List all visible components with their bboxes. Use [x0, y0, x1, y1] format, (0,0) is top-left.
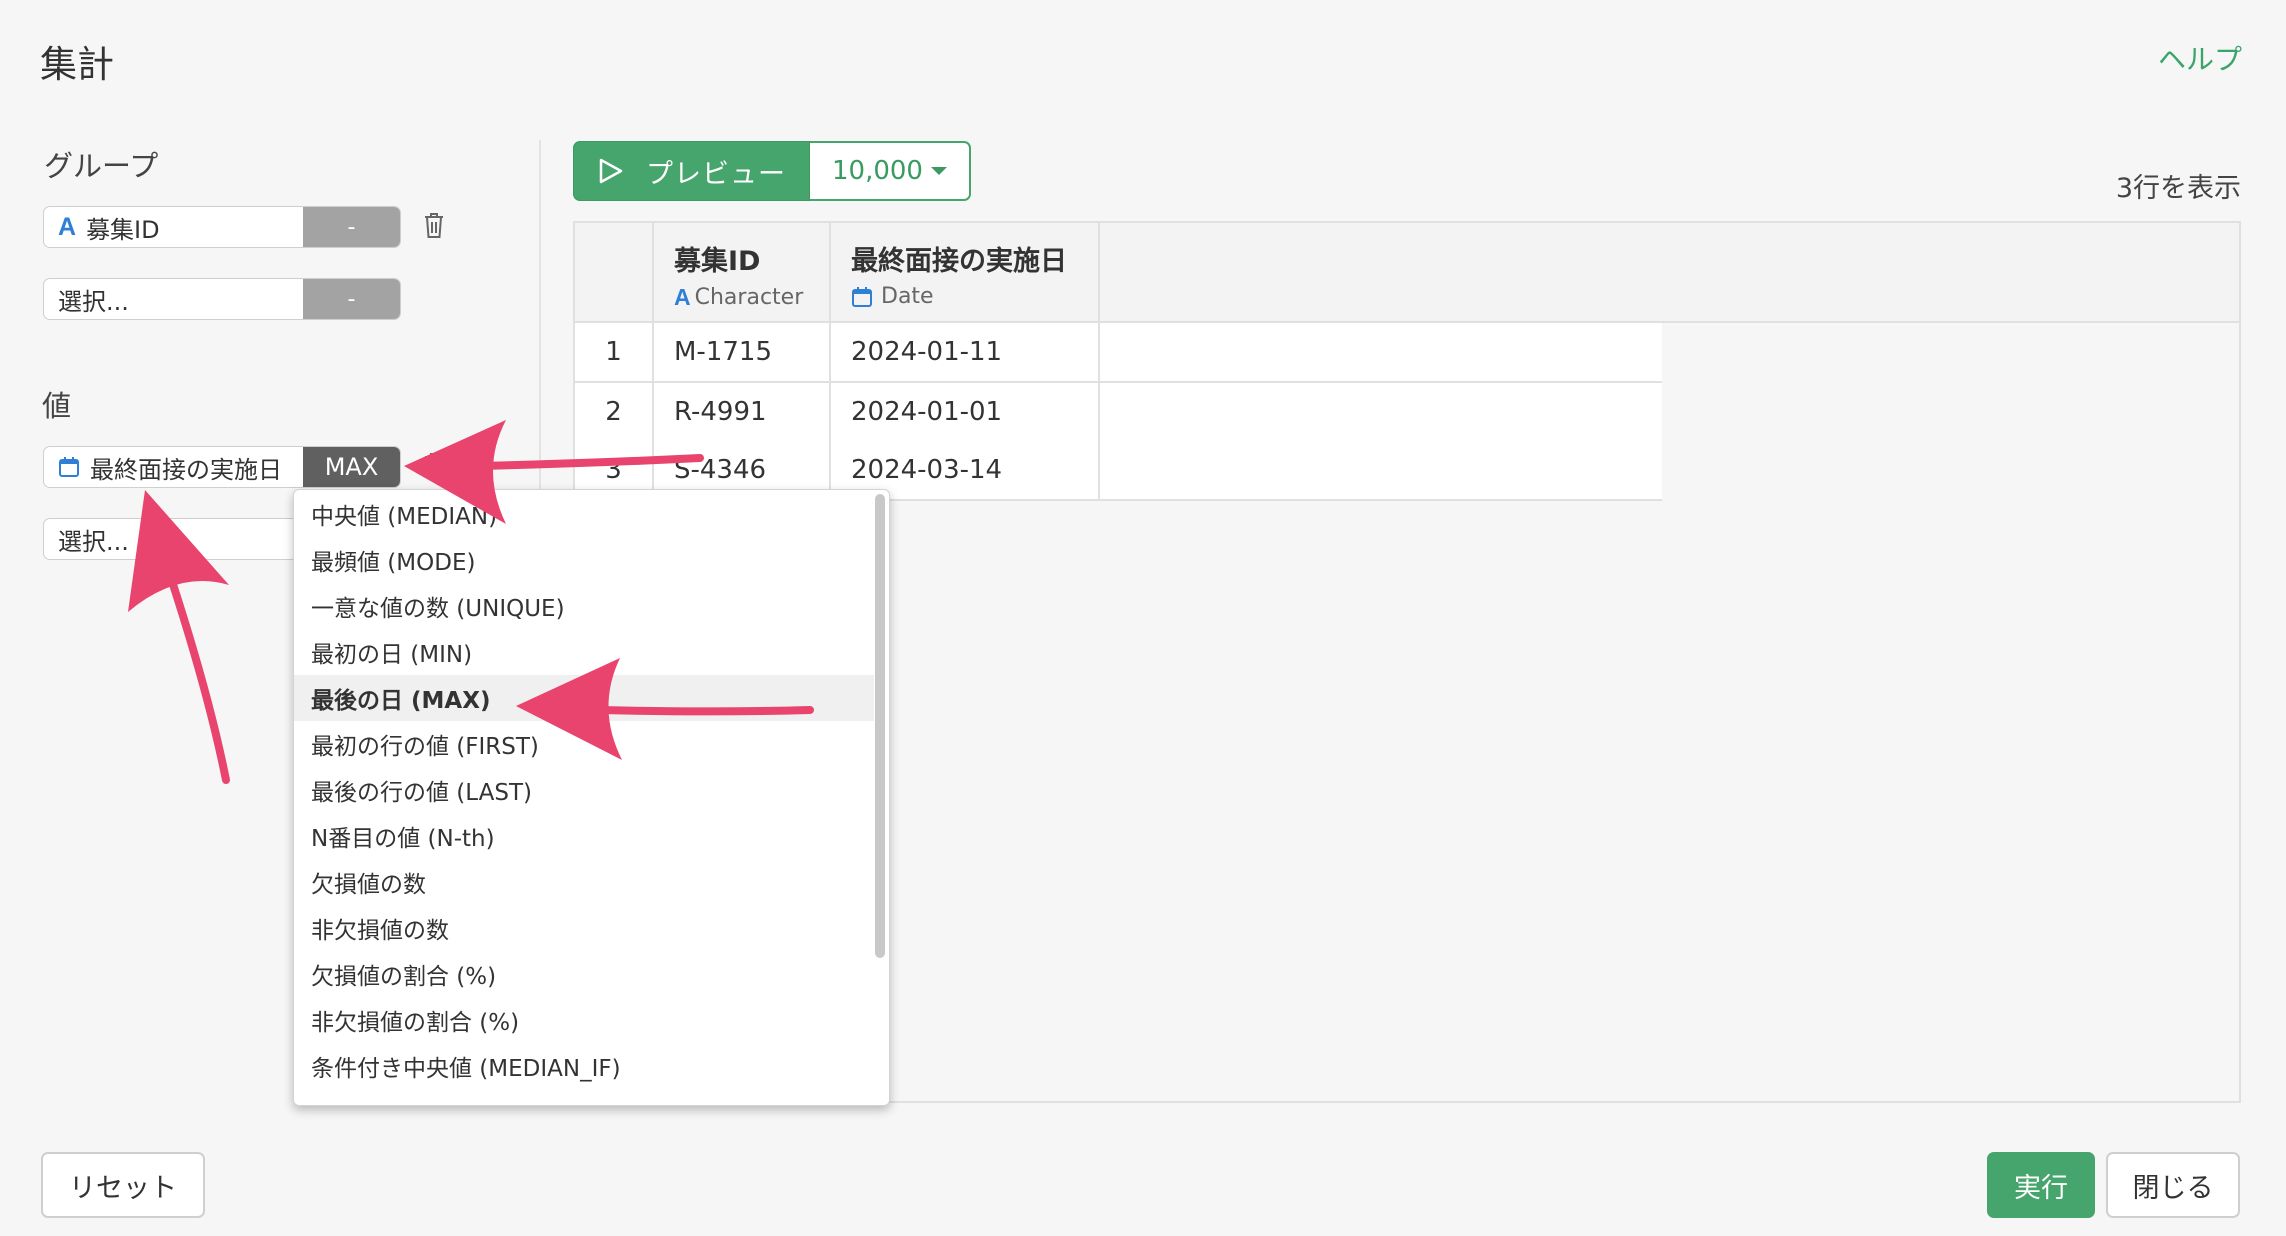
row-index: 1: [575, 323, 654, 381]
menu-item-min[interactable]: 最初の日 (MIN): [294, 629, 874, 675]
menu-item-nth[interactable]: N番目の値 (N-th): [294, 813, 874, 859]
chevron-down-icon: [930, 167, 947, 175]
menu-item-non-missing-ratio[interactable]: 非欠損値の割合 (%): [294, 997, 874, 1043]
menu-item-non-missing-count[interactable]: 非欠損値の数: [294, 905, 874, 951]
row-count-label: 3行を表示: [2115, 173, 2241, 204]
aggregation-dropdown-menu: 中央値 (MEDIAN) 最頻値 (MODE) 一意な値の数 (UNIQUE) …: [293, 489, 890, 1106]
preview-rows-dropdown[interactable]: 10,000: [810, 141, 971, 201]
column-name-date: 最終面接の実施日: [851, 246, 1067, 277]
date-type-calendar-icon: [58, 456, 80, 478]
group-field-label: 募集ID: [86, 215, 160, 244]
column-type-id: A Character: [674, 284, 829, 311]
calendar-icon: [851, 286, 873, 308]
cell-date: 2024-01-11: [831, 323, 1100, 381]
play-icon: [599, 158, 623, 184]
cell-id: R-4991: [654, 383, 831, 441]
help-link[interactable]: ヘルプ: [2158, 38, 2242, 78]
menu-item-missing-ratio[interactable]: 欠損値の割合 (%): [294, 951, 874, 997]
preview-button[interactable]: プレビュー: [573, 141, 810, 201]
group-op-button[interactable]: -: [303, 207, 400, 247]
value-op-button[interactable]: MAX: [303, 447, 400, 487]
delete-value-trash-icon[interactable]: [422, 450, 446, 484]
menu-item-mode[interactable]: 最頻値 (MODE): [294, 537, 874, 583]
index-header-cell: [575, 223, 654, 321]
delete-group-trash-icon[interactable]: [422, 210, 446, 244]
preview-controls: プレビュー 10,000: [573, 141, 971, 201]
preview-rows-value: 10,000: [832, 156, 923, 186]
group-field-2: 選択... -: [43, 278, 401, 320]
group-section-label: グループ: [44, 149, 159, 183]
column-type-label-date: Date: [881, 284, 934, 309]
column-type-date: Date: [851, 284, 1098, 309]
value-select-placeholder: 選択...: [58, 527, 129, 556]
menu-item-median-if[interactable]: 条件付き中央値 (MEDIAN_IF): [294, 1043, 874, 1089]
dropdown-scrollbar[interactable]: [875, 494, 885, 958]
dialog-title: 集計: [40, 43, 114, 86]
preview-button-label: プレビュー: [646, 158, 786, 190]
table-row: 1 M-1715 2024-01-11: [575, 323, 1662, 383]
cell-date: 2024-01-01: [831, 383, 1100, 441]
cell-id: M-1715: [654, 323, 831, 381]
group-field-1: A 募集ID -: [43, 206, 401, 248]
group-field-select-empty[interactable]: 選択...: [44, 279, 303, 319]
value-field-select-empty[interactable]: 選択...: [44, 519, 303, 559]
values-section-label: 値: [42, 389, 72, 423]
column-header-id[interactable]: 募集ID A Character: [654, 223, 831, 321]
reset-button[interactable]: リセット: [41, 1152, 205, 1218]
value-field-1: 最終面接の実施日 MAX: [43, 446, 401, 488]
menu-item-first[interactable]: 最初の行の値 (FIRST): [294, 721, 874, 767]
character-type-icon: A: [674, 284, 691, 310]
group-op-button-empty[interactable]: -: [303, 279, 400, 319]
menu-item-missing-count[interactable]: 欠損値の数: [294, 859, 874, 905]
menu-item-max[interactable]: 最後の日 (MAX): [294, 675, 874, 721]
value-field-label: 最終面接の実施日: [90, 455, 282, 484]
table-header: 募集ID A Character 最終面接の実施日 Date: [575, 223, 2239, 323]
menu-item-unique[interactable]: 一意な値の数 (UNIQUE): [294, 583, 874, 629]
character-type-icon: A: [58, 212, 77, 241]
column-type-label-id: Character: [694, 285, 804, 310]
value-field-select[interactable]: 最終面接の実施日: [44, 447, 303, 487]
group-field-select[interactable]: A 募集ID: [44, 207, 303, 247]
column-name-id: 募集ID: [674, 246, 761, 277]
close-button[interactable]: 閉じる: [2106, 1152, 2240, 1218]
group-select-placeholder: 選択...: [58, 287, 129, 316]
table-row: 2 R-4991 2024-01-01: [575, 383, 1662, 443]
menu-item-median[interactable]: 中央値 (MEDIAN): [294, 491, 874, 537]
row-index: 2: [575, 383, 654, 441]
menu-item-last[interactable]: 最後の行の値 (LAST): [294, 767, 874, 813]
column-header-date[interactable]: 最終面接の実施日 Date: [831, 223, 1100, 321]
run-button[interactable]: 実行: [1987, 1152, 2095, 1218]
